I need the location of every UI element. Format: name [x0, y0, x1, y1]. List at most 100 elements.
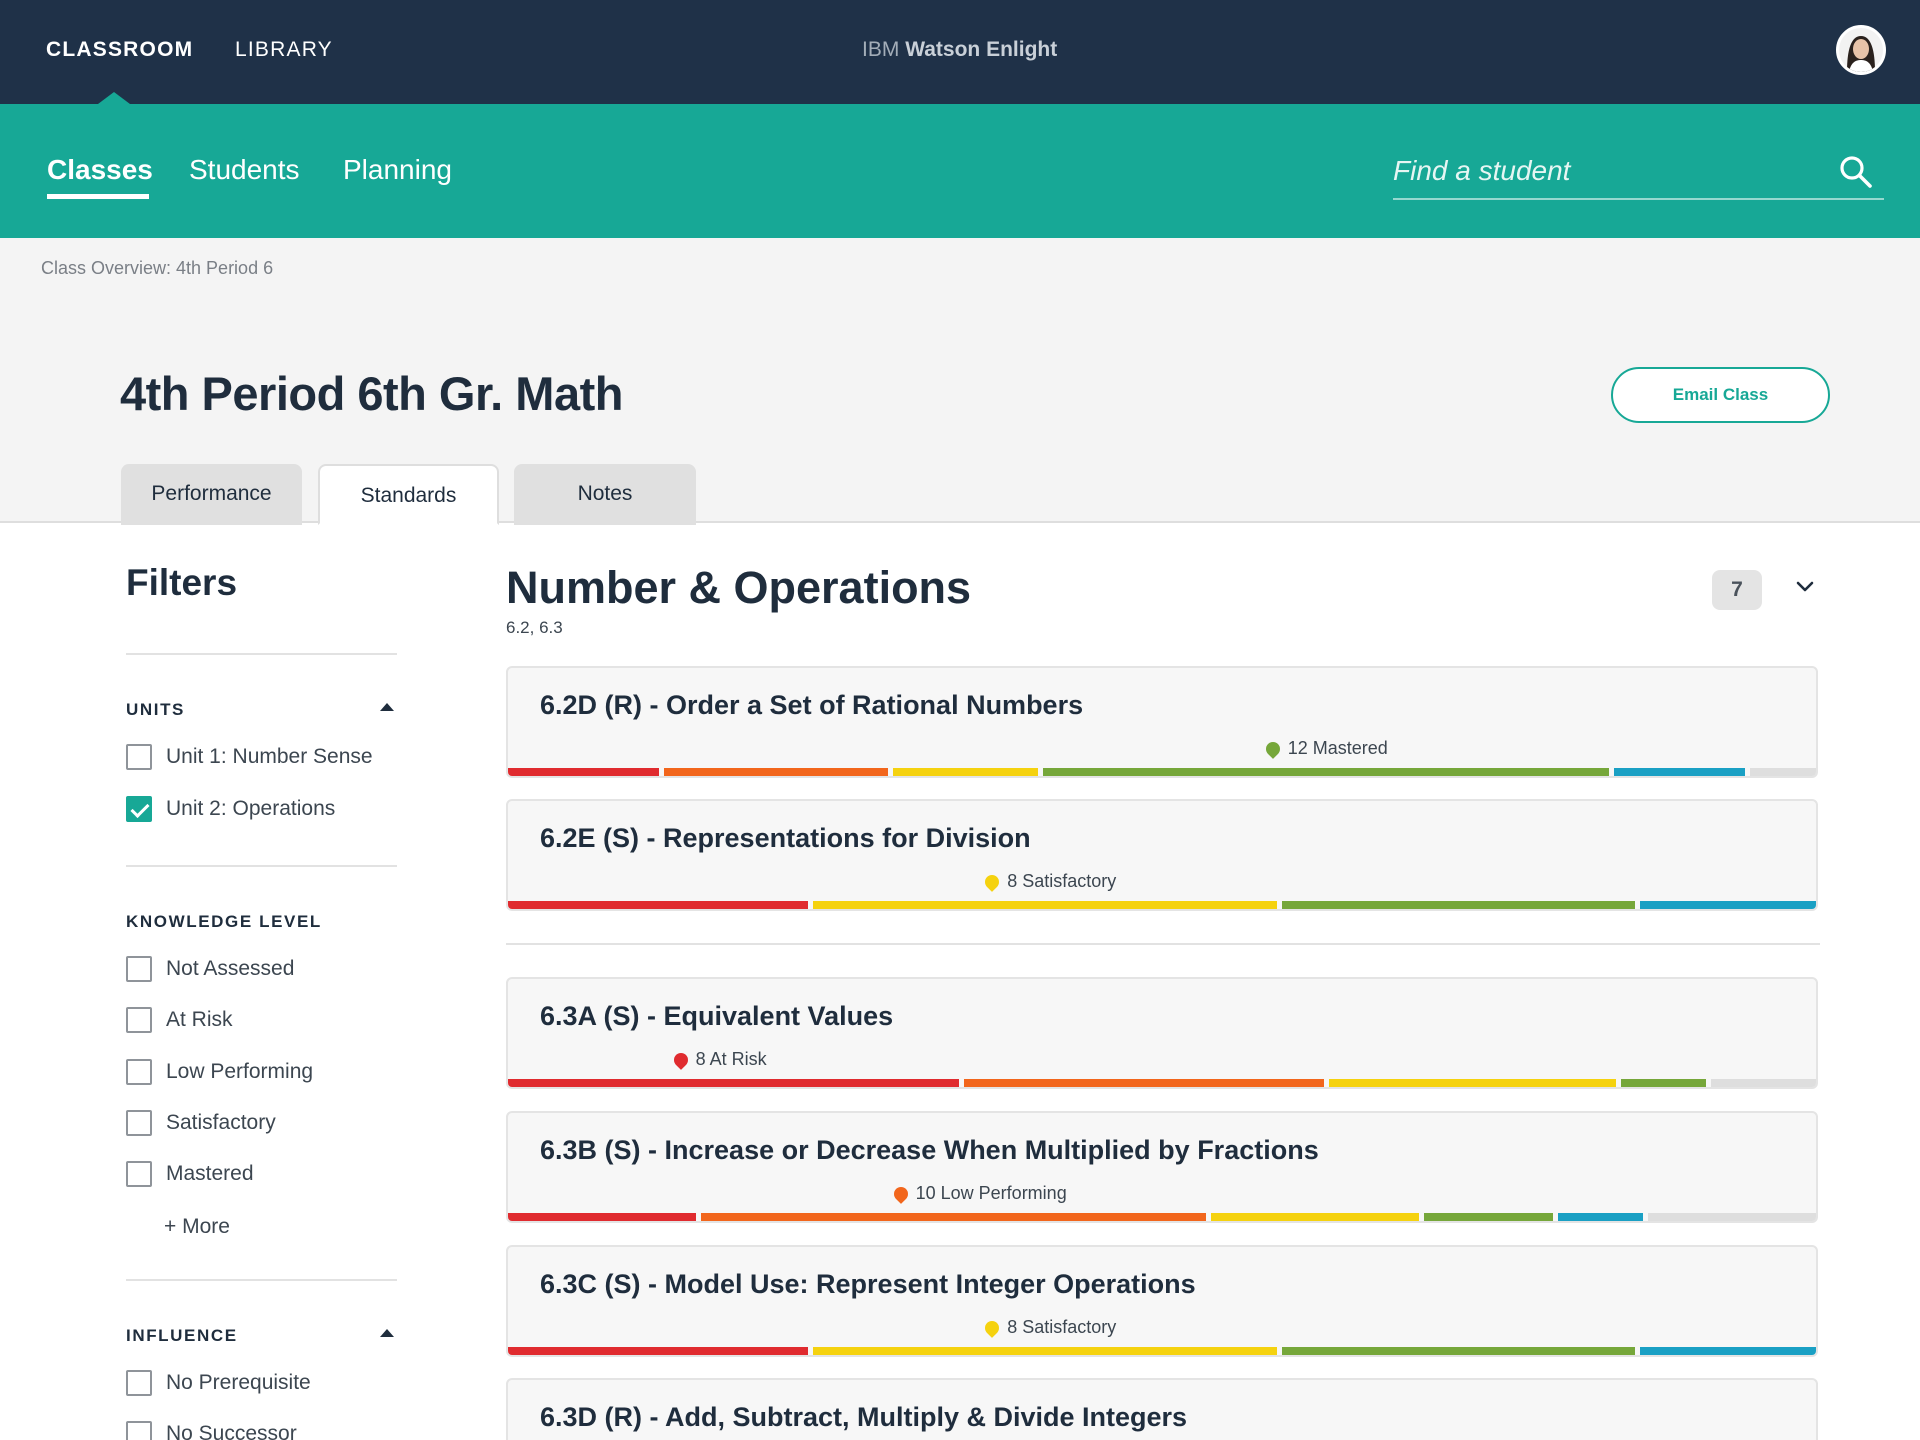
- user-avatar-icon: [1839, 28, 1883, 72]
- standard-card[interactable]: 6.2D (R) - Order a Set of Rational Numbe…: [506, 666, 1818, 778]
- level-distribution-bar: [508, 1079, 1816, 1087]
- search-icon[interactable]: [1838, 154, 1874, 190]
- group-separator: [506, 943, 1820, 945]
- level-marker: 8 Satisfactory: [982, 871, 1117, 892]
- collapse-caret-icon[interactable]: [380, 703, 394, 711]
- checkbox[interactable]: [126, 1007, 152, 1033]
- level-bar-advanced: [1613, 768, 1746, 776]
- standard-title: 6.3D (R) - Add, Subtract, Multiply & Div…: [540, 1402, 1188, 1432]
- checkbox-checked[interactable]: [126, 796, 152, 822]
- filter-unit-2[interactable]: Unit 2: Operations: [126, 795, 335, 823]
- standard-card[interactable]: 6.3D (R) - Add, Subtract, Multiply & Div…: [506, 1378, 1818, 1440]
- main-nav: Classes Students Planning: [0, 104, 1920, 238]
- filter-option-label: No Successor: [166, 1422, 297, 1440]
- tab-standards[interactable]: Standards: [318, 464, 499, 525]
- collapse-caret-icon[interactable]: [380, 1329, 394, 1337]
- filter-units-title[interactable]: UNITS: [126, 700, 185, 720]
- level-marker-label: 12 Mastered: [1287, 738, 1388, 758]
- checkbox[interactable]: [126, 956, 152, 982]
- top-bar: CLASSROOM LIBRARY IBM Watson Enlight: [0, 0, 1920, 104]
- level-marker-label: 8 Satisfactory: [1007, 1317, 1117, 1337]
- more-filters-link[interactable]: + More: [164, 1215, 230, 1239]
- nav-classes[interactable]: Classes: [47, 154, 153, 186]
- level-bar-low-performing: [964, 1079, 1324, 1087]
- level-bar-mastered: [1621, 1079, 1707, 1087]
- level-bar-satisfactory: [893, 768, 1038, 776]
- student-search-input[interactable]: [1393, 148, 1813, 194]
- filter-influence-title[interactable]: INFLUENCE: [126, 1326, 238, 1346]
- section-standards: 6.2, 6.3: [506, 618, 563, 637]
- level-distribution-bar: [508, 768, 1816, 776]
- level-bar-at-risk: [508, 1079, 960, 1087]
- filter-not-assessed[interactable]: Not Assessed: [126, 955, 294, 983]
- breadcrumb[interactable]: Class Overview: 4th Period 6: [41, 258, 273, 279]
- topnav-library[interactable]: LIBRARY: [235, 38, 333, 62]
- standard-title: 6.3A (S) - Equivalent Values: [540, 1001, 894, 1031]
- level-bar-not-assessed: [1711, 1079, 1816, 1087]
- level-marker-label: 8 Satisfactory: [1007, 871, 1117, 891]
- filter-no-successor[interactable]: No Successor: [126, 1420, 297, 1440]
- student-search: [1393, 148, 1884, 200]
- level-bar-satisfactory: [1328, 1079, 1617, 1087]
- nav-planning[interactable]: Planning: [343, 154, 452, 186]
- checkbox[interactable]: [126, 1161, 152, 1187]
- level-marker: 8 Satisfactory: [982, 1317, 1117, 1338]
- filter-option-label: No Prerequisite: [166, 1371, 311, 1394]
- tab-notes[interactable]: Notes: [514, 464, 696, 525]
- filter-no-prerequisite[interactable]: No Prerequisite: [126, 1369, 311, 1397]
- standard-card[interactable]: 6.2E (S) - Representations for Division …: [506, 799, 1818, 911]
- checkbox[interactable]: [126, 1110, 152, 1136]
- level-bar-not-assessed: [1647, 1213, 1816, 1221]
- checkbox[interactable]: [126, 1370, 152, 1396]
- filters-divider: [126, 1279, 397, 1281]
- level-marker-label: 10 Low Performing: [915, 1183, 1067, 1203]
- level-bar-not-assessed: [1750, 768, 1816, 776]
- checkbox[interactable]: [126, 744, 152, 770]
- filter-unit-1[interactable]: Unit 1: Number Sense: [126, 743, 373, 771]
- checkbox[interactable]: [126, 1421, 152, 1440]
- filter-mastered[interactable]: Mastered: [126, 1160, 254, 1188]
- filter-option-label: Mastered: [166, 1162, 254, 1185]
- tab-performance[interactable]: Performance: [121, 464, 302, 525]
- level-bar-low-performing: [664, 768, 889, 776]
- nav-students[interactable]: Students: [189, 154, 300, 186]
- level-bar-at-risk: [508, 768, 660, 776]
- active-nav-indicator: [98, 92, 130, 104]
- standard-title: 6.3B (S) - Increase or Decrease When Mul…: [540, 1135, 1319, 1165]
- level-distribution-bar: [508, 1213, 1816, 1221]
- brand-name: Watson Enlight: [905, 38, 1058, 61]
- user-avatar[interactable]: [1836, 25, 1886, 75]
- standard-card[interactable]: 6.3B (S) - Increase or Decrease When Mul…: [506, 1111, 1818, 1223]
- class-header: Class Overview: 4th Period 6 4th Period …: [0, 238, 1920, 525]
- level-bar-mastered: [1423, 1213, 1554, 1221]
- level-marker: 10 Low Performing: [890, 1183, 1067, 1204]
- level-bar-mastered: [1282, 1347, 1635, 1355]
- standards-count-badge: 7: [1712, 570, 1762, 610]
- level-bar-satisfactory: [1211, 1213, 1419, 1221]
- map-pin-icon: [670, 1049, 691, 1070]
- standard-card[interactable]: 6.3C (S) - Model Use: Represent Integer …: [506, 1245, 1818, 1357]
- standard-card[interactable]: 6.3A (S) - Equivalent Values 8 At Risk: [506, 977, 1818, 1089]
- filter-option-label: At Risk: [166, 1008, 233, 1031]
- checkbox[interactable]: [126, 1059, 152, 1085]
- standard-title: 6.2E (S) - Representations for Division: [540, 823, 1031, 853]
- standard-title: 6.3C (S) - Model Use: Represent Integer …: [540, 1269, 1196, 1299]
- email-class-button[interactable]: Email Class: [1611, 367, 1830, 423]
- filter-at-risk[interactable]: At Risk: [126, 1006, 233, 1034]
- filter-satisfactory[interactable]: Satisfactory: [126, 1109, 276, 1137]
- level-bar-mastered: [1282, 901, 1635, 909]
- level-bar-satisfactory: [813, 1347, 1278, 1355]
- filter-low-performing[interactable]: Low Performing: [126, 1058, 313, 1086]
- topnav-classroom[interactable]: CLASSROOM: [46, 38, 193, 62]
- filter-option-label: Low Performing: [166, 1060, 314, 1083]
- chevron-down-icon[interactable]: [1796, 578, 1814, 596]
- map-pin-icon: [982, 1317, 1003, 1338]
- level-bar-at-risk: [508, 1213, 696, 1221]
- level-bar-advanced: [1639, 1347, 1816, 1355]
- level-marker: 12 Mastered: [1262, 738, 1388, 759]
- filter-option-label: Not Assessed: [166, 957, 295, 980]
- level-bar-advanced: [1639, 901, 1816, 909]
- level-distribution-bar: [508, 1347, 1816, 1355]
- section-title: Number & Operations: [506, 562, 972, 613]
- level-bar-at-risk: [508, 1347, 809, 1355]
